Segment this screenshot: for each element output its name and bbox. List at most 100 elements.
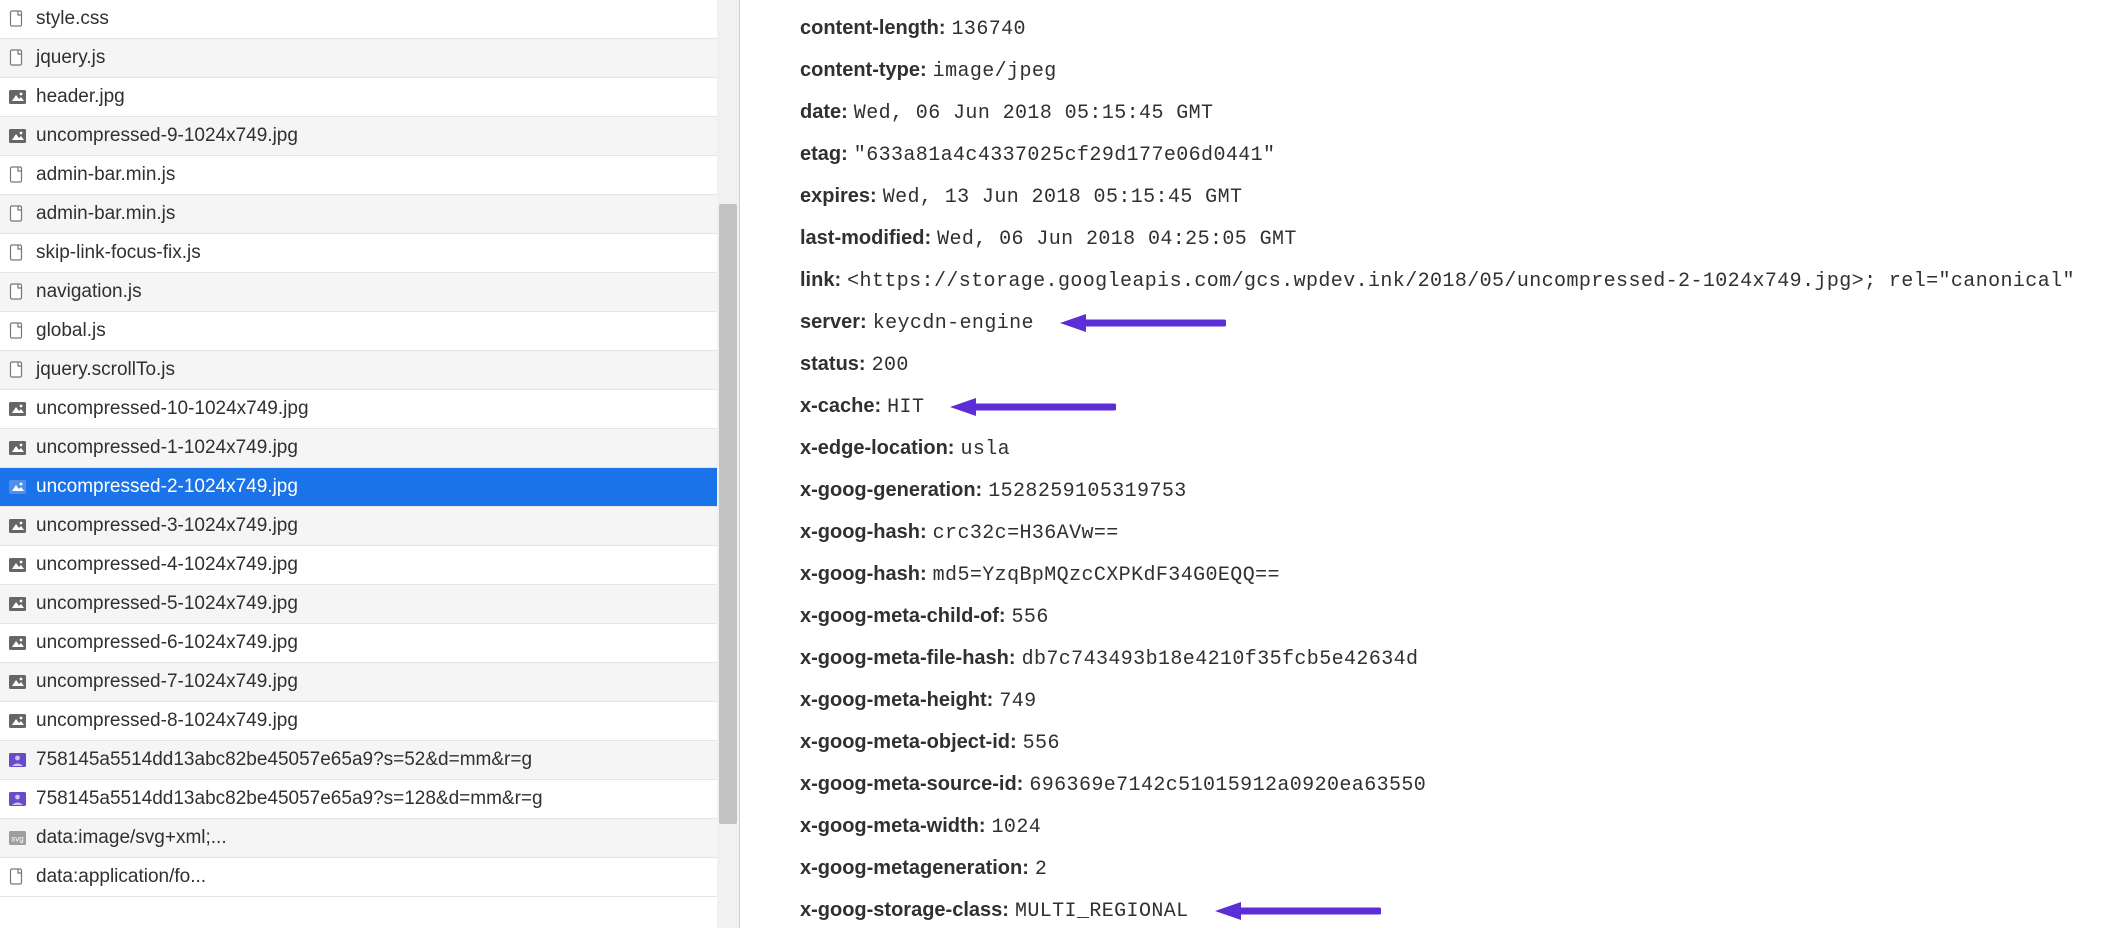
response-header-line: x-goog-metageneration: 2 xyxy=(800,848,2128,890)
header-value: 696369e7142c51015912a0920ea63550 xyxy=(1029,774,1426,797)
header-value: usla xyxy=(960,438,1010,461)
file-icon xyxy=(8,49,26,67)
app-root: style.css jquery.js header.jpg uncompres… xyxy=(0,0,2128,928)
purple-icon xyxy=(8,790,26,808)
file-icon xyxy=(8,166,26,184)
header-value: 556 xyxy=(1012,606,1049,629)
gray-icon: svg xyxy=(8,829,26,847)
request-row[interactable]: style.css xyxy=(0,0,717,39)
response-header-line: x-goog-meta-child-of: 556 xyxy=(800,596,2128,638)
request-row[interactable]: skip-link-focus-fix.js xyxy=(0,234,717,273)
request-row-name: uncompressed-1-1024x749.jpg xyxy=(36,437,298,459)
request-row-name: skip-link-focus-fix.js xyxy=(36,242,201,264)
request-row-name: uncompressed-6-1024x749.jpg xyxy=(36,632,298,654)
header-key: server: xyxy=(800,311,867,333)
response-header-line: content-length: 136740 xyxy=(800,8,2128,50)
image-icon xyxy=(8,634,26,652)
header-key: x-goog-meta-file-hash: xyxy=(800,647,1016,669)
header-value: Wed, 06 Jun 2018 05:15:45 GMT xyxy=(854,102,1214,125)
request-row[interactable]: data:application/fo... xyxy=(0,858,717,897)
request-row-name: uncompressed-4-1024x749.jpg xyxy=(36,554,298,576)
header-value: md5=YzqBpMQzcCXPKdF34G0EQQ== xyxy=(933,564,1280,587)
response-header-line: x-goog-hash:crc32c=H36AVw== xyxy=(800,512,2128,554)
header-key: x-goog-generation: xyxy=(800,479,982,501)
request-row[interactable]: jquery.js xyxy=(0,39,717,78)
request-row-name: header.jpg xyxy=(36,86,125,108)
header-key: content-length: xyxy=(800,17,946,39)
request-row[interactable]: uncompressed-7-1024x749.jpg xyxy=(0,663,717,702)
request-row[interactable]: uncompressed-3-1024x749.jpg xyxy=(0,507,717,546)
request-row-name: uncompressed-7-1024x749.jpg xyxy=(36,671,298,693)
response-header-line: server:keycdn-engine xyxy=(800,302,2128,344)
header-value: 749 xyxy=(999,690,1036,713)
image-icon xyxy=(8,517,26,535)
request-row[interactable]: global.js xyxy=(0,312,717,351)
request-row[interactable]: admin-bar.min.js xyxy=(0,195,717,234)
header-value: Wed, 13 Jun 2018 05:15:45 GMT xyxy=(883,186,1243,209)
request-row[interactable]: uncompressed-4-1024x749.jpg xyxy=(0,546,717,585)
image-icon xyxy=(8,595,26,613)
request-row[interactable]: navigation.js xyxy=(0,273,717,312)
scrollbar-track[interactable] xyxy=(717,0,739,928)
header-value: MULTI_REGIONAL xyxy=(1015,900,1189,923)
header-value: 200 xyxy=(872,354,909,377)
response-headers-panel: content-length: 136740 content-type:image/… xyxy=(740,0,2128,928)
header-key: x-goog-meta-object-id: xyxy=(800,731,1017,753)
request-row-name: style.css xyxy=(36,8,109,30)
response-header-line: x-goog-storage-class: MULTI_REGIONAL xyxy=(800,890,2128,928)
header-value: Wed, 06 Jun 2018 04:25:05 GMT xyxy=(937,228,1297,251)
request-row-name: admin-bar.min.js xyxy=(36,203,175,225)
header-key: x-goog-meta-height: xyxy=(800,689,993,711)
header-value: crc32c=H36AVw== xyxy=(933,522,1119,545)
response-header-line: x-goog-meta-file-hash: db7c743493b18e4210… xyxy=(800,638,2128,680)
request-list-scroll[interactable]: style.css jquery.js header.jpg uncompres… xyxy=(0,0,717,928)
request-row-name: uncompressed-8-1024x749.jpg xyxy=(36,710,298,732)
header-key: x-goog-hash: xyxy=(800,563,927,585)
request-row[interactable]: uncompressed-10-1024x749.jpg xyxy=(0,390,717,429)
response-header-line: date: Wed, 06 Jun 2018 05:15:45 GMT xyxy=(800,92,2128,134)
request-row[interactable]: uncompressed-2-1024x749.jpg xyxy=(0,468,717,507)
request-row[interactable]: uncompressed-6-1024x749.jpg xyxy=(0,624,717,663)
header-key: x-goog-meta-child-of: xyxy=(800,605,1006,627)
header-key: expires: xyxy=(800,185,877,207)
request-row[interactable]: 758145a5514dd13abc82be45057e65a9?s=52&d=… xyxy=(0,741,717,780)
request-row-name: uncompressed-10-1024x749.jpg xyxy=(36,398,309,420)
response-header-line: etag:"633a81a4c4337025cf29d177e06d0441" xyxy=(800,134,2128,176)
header-value: 136740 xyxy=(952,18,1026,41)
scrollbar-thumb[interactable] xyxy=(719,204,737,824)
header-value: "633a81a4c4337025cf29d177e06d0441" xyxy=(854,144,1276,167)
header-key: x-goog-metageneration: xyxy=(800,857,1029,879)
image-icon xyxy=(8,127,26,145)
header-value: HIT xyxy=(887,396,924,419)
request-row[interactable]: jquery.scrollTo.js xyxy=(0,351,717,390)
file-icon xyxy=(8,361,26,379)
response-header-line: status:200 xyxy=(800,344,2128,386)
file-icon xyxy=(8,244,26,262)
header-key: x-goog-meta-source-id: xyxy=(800,773,1023,795)
request-row-name: navigation.js xyxy=(36,281,142,303)
annotation-arrow-icon xyxy=(946,396,1116,418)
request-row[interactable]: uncompressed-1-1024x749.jpg xyxy=(0,429,717,468)
request-row[interactable]: uncompressed-9-1024x749.jpg xyxy=(0,117,717,156)
header-value: 2 xyxy=(1035,858,1047,881)
response-header-line: link:<https://storage.googleapis.com/gcs… xyxy=(800,260,2128,302)
annotation-arrow-icon xyxy=(1056,312,1226,334)
request-row[interactable]: header.jpg xyxy=(0,78,717,117)
header-value: db7c743493b18e4210f35fcb5e42634d xyxy=(1022,648,1419,671)
file-icon xyxy=(8,322,26,340)
request-row[interactable]: admin-bar.min.js xyxy=(0,156,717,195)
request-row[interactable]: uncompressed-5-1024x749.jpg xyxy=(0,585,717,624)
file-icon xyxy=(8,283,26,301)
response-header-line: x-edge-location:usla xyxy=(800,428,2128,470)
header-key: content-type: xyxy=(800,59,927,81)
request-row[interactable]: svg data:image/svg+xml;... xyxy=(0,819,717,858)
header-key: x-goog-storage-class: xyxy=(800,899,1009,921)
header-key: link: xyxy=(800,269,841,291)
request-row[interactable]: 758145a5514dd13abc82be45057e65a9?s=128&d… xyxy=(0,780,717,819)
file-icon xyxy=(8,205,26,223)
image-icon xyxy=(8,556,26,574)
response-header-line: content-type:image/jpeg xyxy=(800,50,2128,92)
header-key: date: xyxy=(800,101,848,123)
request-row-name: jquery.scrollTo.js xyxy=(36,359,175,381)
request-row[interactable]: uncompressed-8-1024x749.jpg xyxy=(0,702,717,741)
